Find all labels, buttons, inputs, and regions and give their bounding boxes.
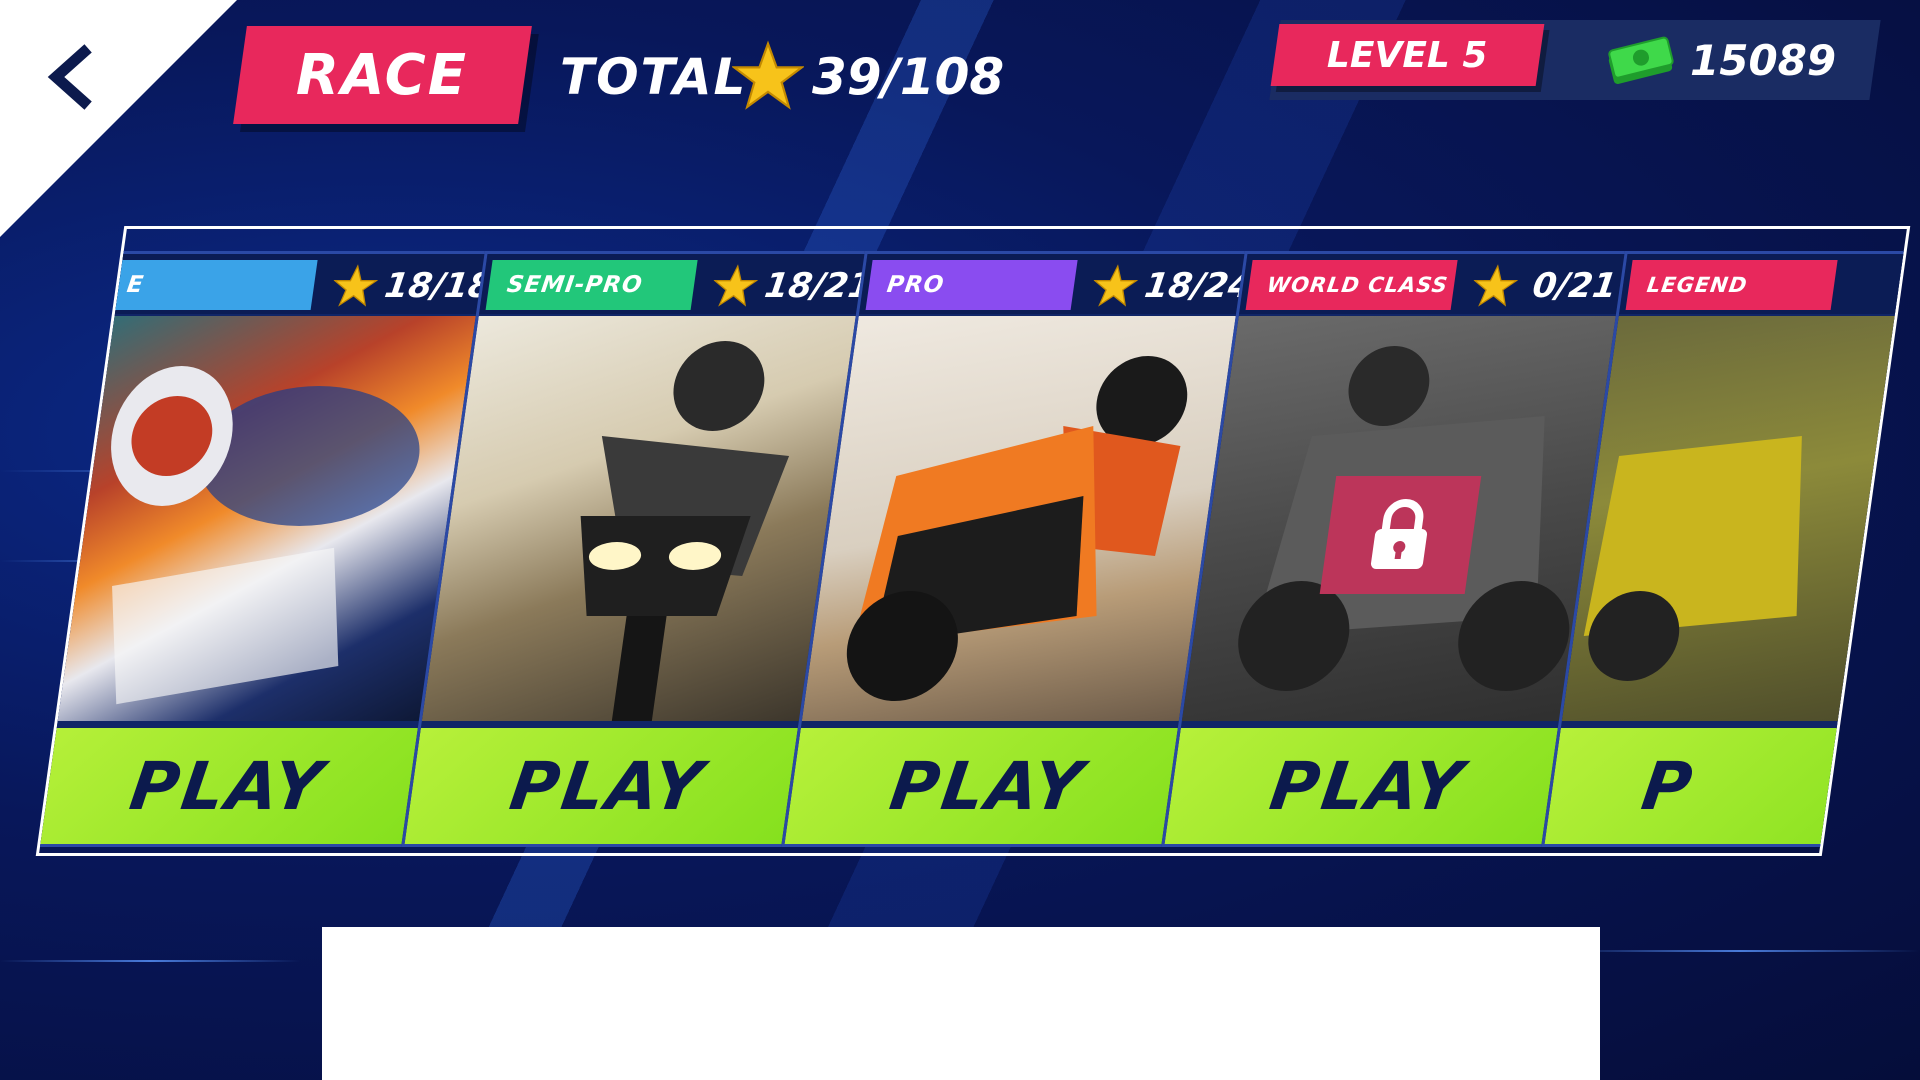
- total-label: TOTAL: [560, 48, 748, 106]
- back-button[interactable]: [40, 42, 110, 112]
- star-icon: [1473, 264, 1519, 307]
- mode-label: RACE: [296, 42, 469, 108]
- track-image: [421, 316, 869, 721]
- level-label: LEVEL 5: [1327, 34, 1488, 76]
- ad-placeholder: [322, 927, 1600, 1080]
- star-icon: [1093, 264, 1139, 307]
- lock-badge: [1319, 476, 1482, 594]
- lock-icon: [1370, 499, 1427, 569]
- play-button[interactable]: P: [1544, 728, 1911, 844]
- tier-badge: SEMI-PRO: [485, 260, 698, 310]
- play-label: PLAY: [1265, 747, 1470, 825]
- mode-tag: RACE: [233, 26, 532, 124]
- card-stars: 0/21: [1530, 266, 1620, 306]
- bg-streak: [1560, 950, 1920, 952]
- back-arrow-icon: [47, 44, 92, 110]
- star-icon: [713, 264, 759, 307]
- star-icon: [333, 264, 379, 307]
- track-image: [801, 316, 1249, 721]
- level-badge: LEVEL 5: [1270, 24, 1545, 86]
- tier-badge: LEGEND: [1625, 260, 1838, 310]
- track-image: [1561, 316, 1911, 721]
- total-stars-value: 39/108: [812, 48, 1005, 106]
- track-image: [1181, 316, 1629, 721]
- back-corner: [0, 0, 237, 237]
- tier-badge: WORLD CLASS: [1245, 260, 1458, 310]
- tier-badge: E: [105, 260, 318, 310]
- cash-value: 15089: [1690, 36, 1837, 85]
- play-label: PLAY: [125, 747, 330, 825]
- play-label: PLAY: [885, 747, 1090, 825]
- star-icon: [732, 40, 804, 110]
- track-image: [41, 316, 489, 721]
- play-label: P: [1637, 747, 1700, 825]
- play-label: PLAY: [505, 747, 710, 825]
- tier-badge: PRO: [865, 260, 1078, 310]
- track-carousel[interactable]: E 18/18 PLAY SEMI-PRO 18/21 PLAY PRO 18/…: [35, 226, 1911, 856]
- play-button[interactable]: PLAY: [35, 728, 431, 844]
- cash-icon: [1608, 36, 1674, 84]
- bg-streak: [0, 960, 300, 962]
- play-button[interactable]: PLAY: [784, 728, 1191, 844]
- play-button[interactable]: PLAY: [1164, 728, 1571, 844]
- play-button[interactable]: PLAY: [404, 728, 811, 844]
